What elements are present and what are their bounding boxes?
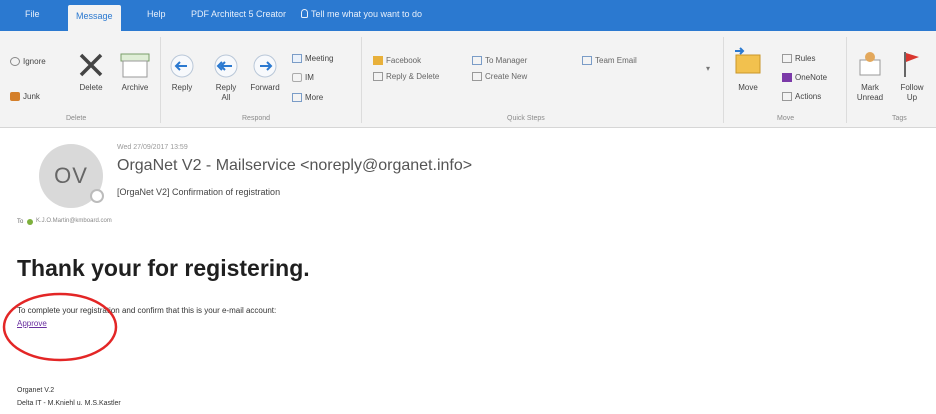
quickstep-create-new[interactable]: Create New: [485, 72, 527, 81]
rules-icon: [782, 54, 792, 63]
recipient-status-icon: [27, 219, 33, 225]
signature-line-2: Delta IT - M.Kniehl u. M.S.Kastler: [17, 400, 121, 407]
follow-up-button[interactable]: Follow Up: [893, 83, 931, 103]
follow-up-flag-icon: [904, 52, 919, 77]
quickstep-facebook[interactable]: Facebook: [386, 56, 421, 65]
im-button[interactable]: IM: [305, 73, 314, 83]
junk-button[interactable]: Junk: [23, 92, 40, 102]
meeting-icon: [292, 54, 302, 63]
body-instruction: To complete your registration and confir…: [17, 306, 277, 315]
group-divider: [846, 37, 847, 123]
delete-button[interactable]: Delete: [76, 83, 106, 93]
ribbon-tab-bar: File Message Help PDF Architect 5 Creato…: [0, 0, 936, 31]
reply-delete-icon: [373, 72, 383, 81]
group-divider: [361, 37, 362, 123]
move-button[interactable]: Move: [730, 83, 766, 93]
onenote-icon: [782, 73, 792, 82]
mark-unread-icon: [859, 52, 881, 76]
group-divider: [723, 37, 724, 123]
approve-link[interactable]: Approve: [17, 319, 47, 328]
tags-group-label: Tags: [892, 115, 907, 122]
more-icon: [292, 93, 302, 102]
body-heading: Thank your for registering.: [17, 255, 310, 281]
mark-unread-label-1: Mark: [861, 83, 879, 92]
team-email-icon: [582, 56, 592, 65]
reply-all-label-2: All: [221, 93, 231, 102]
rules-button[interactable]: Rules: [795, 54, 815, 64]
mark-unread-button[interactable]: Mark Unread: [852, 83, 888, 103]
reply-all-button[interactable]: Reply All: [208, 83, 244, 103]
forward-icon: [253, 54, 277, 78]
reply-all-label-1: Reply: [215, 83, 237, 92]
junk-icon: [10, 92, 20, 101]
ignore-icon: [10, 57, 20, 66]
more-button[interactable]: More: [305, 93, 323, 103]
actions-icon: [782, 92, 792, 101]
quickstep-to-manager[interactable]: To Manager: [485, 56, 527, 65]
reply-all-icon: [214, 54, 238, 78]
quickstep-team-email[interactable]: Team Email: [595, 56, 637, 65]
delete-group-label: Delete: [66, 115, 87, 122]
to-manager-icon: [472, 56, 482, 65]
archive-icon: [120, 53, 150, 78]
ribbon: Ignore Junk Delete Archive Delete Reply …: [0, 31, 936, 128]
tell-me-search[interactable]: Tell me what you want to do: [301, 9, 422, 19]
tab-message[interactable]: Message: [68, 5, 121, 31]
follow-up-label-2: Up: [906, 93, 918, 102]
tab-file[interactable]: File: [25, 9, 40, 19]
mark-unread-label-2: Unread: [856, 93, 884, 102]
actions-button[interactable]: Actions: [795, 92, 821, 102]
quick-steps-group-label: Quick Steps: [507, 115, 545, 122]
reply-button[interactable]: Reply: [164, 83, 200, 93]
respond-group-label: Respond: [242, 115, 271, 122]
reply-icon: [170, 54, 194, 78]
ignore-button[interactable]: Ignore: [23, 57, 46, 67]
presence-indicator-icon: [90, 189, 104, 203]
sender-name[interactable]: OrgaNet V2 - Mailservice <noreply@organe…: [117, 157, 472, 175]
move-folder-icon: [735, 47, 761, 74]
quickstep-reply-delete[interactable]: Reply & Delete: [386, 72, 439, 81]
archive-button[interactable]: Archive: [114, 83, 156, 93]
im-icon: [292, 73, 302, 82]
facebook-quickstep-icon: [373, 56, 383, 65]
to-label: To: [17, 219, 24, 225]
recipient-address[interactable]: K.J.O.Martin@kmboard.com: [36, 218, 112, 224]
tab-pdf-architect[interactable]: PDF Architect 5 Creator: [191, 9, 286, 19]
message-date: Wed 27/09/2017 13:59: [117, 144, 188, 151]
tell-me-label: Tell me what you want to do: [311, 9, 423, 19]
create-new-icon: [472, 72, 482, 81]
quick-steps-more-chevron-icon[interactable]: ▾: [706, 64, 710, 74]
tab-help[interactable]: Help: [147, 9, 166, 19]
delete-x-icon: [79, 53, 103, 77]
signature-line-1: Organet V.2: [17, 387, 55, 394]
onenote-button[interactable]: OneNote: [795, 73, 827, 83]
forward-button[interactable]: Forward: [244, 83, 286, 93]
message-subject: [OrgaNet V2] Confirmation of registratio…: [117, 187, 281, 197]
move-group-label: Move: [777, 115, 795, 122]
group-divider: [160, 37, 161, 123]
meeting-button[interactable]: Meeting: [305, 54, 333, 64]
lightbulb-icon: [301, 9, 308, 18]
follow-up-label-1: Follow: [900, 83, 924, 92]
